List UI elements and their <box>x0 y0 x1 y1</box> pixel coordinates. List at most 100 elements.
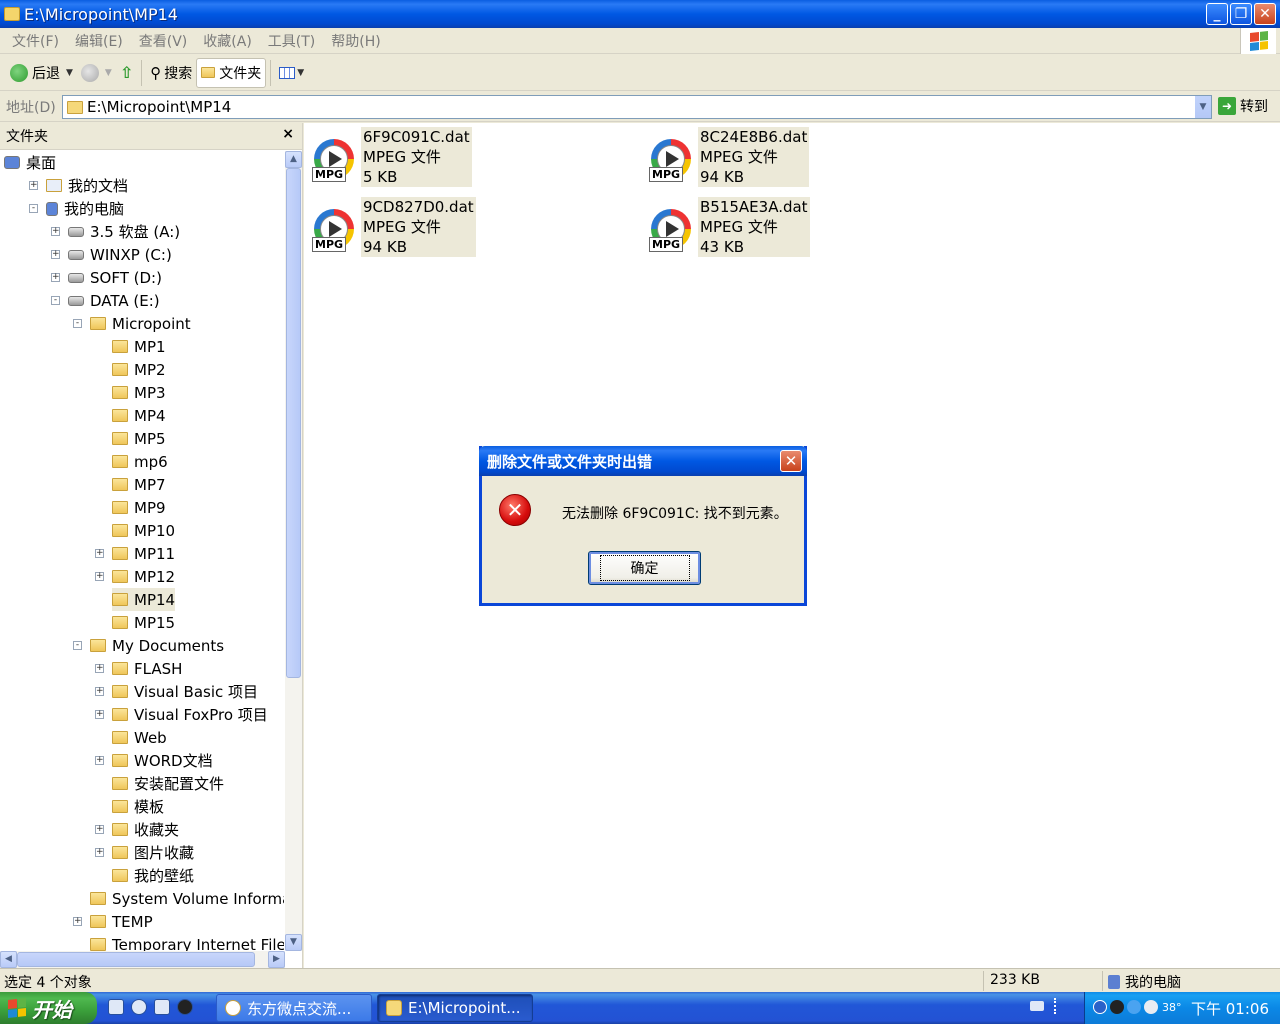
menu-edit[interactable]: 编辑(E) <box>67 31 131 51</box>
scroll-left-button[interactable]: ◀ <box>0 951 17 968</box>
close-button[interactable]: ✕ <box>1254 3 1276 25</box>
tree-item[interactable]: + WORD文档 <box>95 749 213 772</box>
expand-icon[interactable]: + <box>95 848 104 857</box>
tree-item[interactable]: Web <box>112 726 167 749</box>
close-icon[interactable]: × <box>282 126 294 142</box>
menu-tools[interactable]: 工具(T) <box>260 31 323 51</box>
collapse-icon[interactable]: - <box>29 204 38 213</box>
tree-item[interactable]: MP15 <box>112 611 175 634</box>
tree-item[interactable]: + TEMP <box>73 910 153 933</box>
expand-icon[interactable]: + <box>73 917 82 926</box>
keyboard-icon[interactable] <box>1030 1001 1044 1011</box>
tree-item[interactable]: + 我的文档 <box>29 174 128 197</box>
expand-icon[interactable]: + <box>51 273 60 282</box>
menu-file[interactable]: 文件(F) <box>4 31 67 51</box>
chevron-down-icon[interactable]: ▼ <box>1194 96 1211 118</box>
quicklaunch-qq-icon[interactable] <box>177 999 193 1015</box>
qq-icon[interactable] <box>1110 1000 1124 1014</box>
tree-item[interactable]: - My Documents <box>73 634 224 657</box>
tree-item[interactable]: 安装配置文件 <box>112 772 224 795</box>
collapse-icon[interactable]: - <box>51 296 60 305</box>
tree-item[interactable]: MP5 <box>112 427 166 450</box>
search-button[interactable]: ⚲ 搜索 <box>146 58 196 88</box>
dialog-close-button[interactable]: ✕ <box>780 450 802 472</box>
menu-view[interactable]: 查看(V) <box>131 31 196 51</box>
file-item[interactable]: MPG B515AE3A.dat MPEG 文件 43 KB <box>647 197 810 257</box>
expand-icon[interactable]: + <box>51 250 60 259</box>
tree-item[interactable]: - Micropoint <box>73 312 191 335</box>
tree-item[interactable]: + 收藏夹 <box>95 818 179 841</box>
tree-item[interactable]: + SOFT (D:) <box>51 266 162 289</box>
horizontal-scrollbar[interactable]: ◀ ▶ <box>0 951 285 968</box>
tree-item[interactable]: MP9 <box>112 496 166 519</box>
scroll-right-button[interactable]: ▶ <box>268 951 285 968</box>
tree-item[interactable]: MP1 <box>112 335 166 358</box>
tree-item[interactable]: 我的壁纸 <box>112 864 194 887</box>
clock[interactable]: 下午 01:06 <box>1191 998 1269 1019</box>
scroll-up-button[interactable]: ▲ <box>285 151 302 168</box>
tree-item[interactable]: mp6 <box>112 450 168 473</box>
tree-item[interactable]: System Volume Informatio <box>90 887 284 910</box>
tree-item[interactable]: MP2 <box>112 358 166 381</box>
menu-help[interactable]: 帮助(H) <box>323 31 388 51</box>
tree-item[interactable]: MP14 <box>112 588 176 611</box>
forward-button[interactable]: ▼ <box>77 58 116 88</box>
back-button[interactable]: 后退 ▼ <box>6 58 77 88</box>
tree-item[interactable]: + MP11 <box>95 542 175 565</box>
expand-icon[interactable]: + <box>95 687 104 696</box>
tree-item[interactable]: + MP12 <box>95 565 175 588</box>
tree-item[interactable]: +3.5 软盘 (A:) <box>51 220 180 243</box>
tree-item[interactable]: + Visual Basic 项目 <box>95 680 258 703</box>
collapse-icon[interactable]: - <box>73 641 82 650</box>
taskbar-item[interactable]: E:\Micropoint... <box>377 994 533 1022</box>
title-bar[interactable]: E:\Micropoint\MP14 _ ❐ ✕ <box>0 0 1280 28</box>
tree-item[interactable]: - 我的电脑 <box>29 197 124 220</box>
expand-icon[interactable]: + <box>95 549 104 558</box>
expand-icon[interactable]: + <box>95 572 104 581</box>
tree-item[interactable]: MP7 <box>112 473 166 496</box>
network-icon[interactable] <box>1093 1000 1107 1014</box>
taskbar-item[interactable]: 东方微点交流... <box>216 994 372 1022</box>
tree-item[interactable]: MP4 <box>112 404 166 427</box>
scroll-down-button[interactable]: ▼ <box>285 934 302 951</box>
menu-favorites[interactable]: 收藏(A) <box>195 31 260 51</box>
minimize-button[interactable]: _ <box>1206 3 1228 25</box>
chevron-down-icon[interactable]: ▼ <box>66 68 73 78</box>
expand-icon[interactable]: + <box>95 756 104 765</box>
tree-item[interactable]: 桌面 <box>4 151 56 174</box>
scrollbar-thumb[interactable] <box>17 952 255 967</box>
sound-icon[interactable] <box>1144 1000 1158 1014</box>
expand-icon[interactable]: + <box>95 664 104 673</box>
tree-item[interactable]: 模板 <box>112 795 164 818</box>
tree-item[interactable]: + FLASH <box>95 657 182 680</box>
tree-item[interactable]: + WINXP (C:) <box>51 243 172 266</box>
tree-item[interactable]: Temporary Internet Files <box>90 933 284 951</box>
tree-item[interactable]: + Visual FoxPro 项目 <box>95 703 268 726</box>
chevron-down-icon[interactable]: ▼ <box>297 68 304 78</box>
maximize-button[interactable]: ❐ <box>1230 3 1252 25</box>
expand-icon[interactable]: + <box>51 227 60 236</box>
ok-button[interactable]: 确定 <box>588 551 701 585</box>
tree-item[interactable]: + 图片收藏 <box>95 841 194 864</box>
file-item[interactable]: MPG 8C24E8B6.dat MPEG 文件 94 KB <box>647 127 810 187</box>
tree-item[interactable]: MP10 <box>112 519 175 542</box>
tray-app-icon[interactable] <box>1127 1000 1141 1014</box>
file-item[interactable]: MPG 6F9C091C.dat MPEG 文件 5 KB <box>310 127 472 187</box>
file-item[interactable]: MPG 9CD827D0.dat MPEG 文件 94 KB <box>310 197 476 257</box>
language-bar-icon[interactable] <box>1054 998 1062 1014</box>
tree-item[interactable]: MP3 <box>112 381 166 404</box>
expand-icon[interactable]: + <box>95 710 104 719</box>
quicklaunch-m-icon[interactable] <box>131 999 147 1015</box>
collapse-icon[interactable]: - <box>73 319 82 328</box>
dialog-title-bar[interactable]: 删除文件或文件夹时出错 ✕ <box>479 446 807 476</box>
views-button[interactable]: ▼ <box>275 58 308 88</box>
start-button[interactable]: 开始 <box>0 992 97 1024</box>
expand-icon[interactable]: + <box>29 181 38 190</box>
vertical-scrollbar[interactable]: ▲ ▼ <box>285 151 302 951</box>
go-button[interactable]: ➜ 转到 <box>1218 96 1268 116</box>
folders-button[interactable]: 文件夹 <box>196 57 267 88</box>
quicklaunch-ie-icon[interactable] <box>108 999 124 1015</box>
scrollbar-thumb[interactable] <box>286 168 301 678</box>
expand-icon[interactable]: + <box>95 825 104 834</box>
tree-item[interactable]: - DATA (E:) <box>51 289 160 312</box>
